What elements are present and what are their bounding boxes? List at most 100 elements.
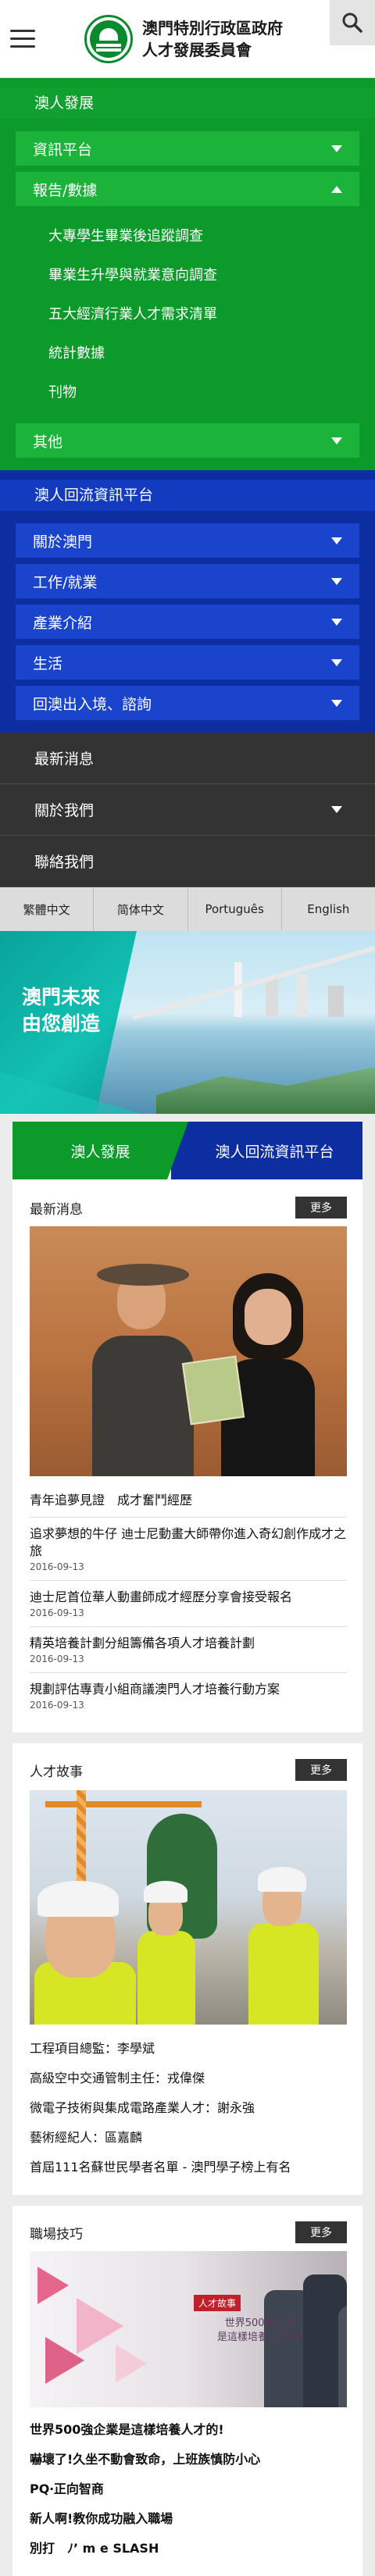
submenu-item[interactable]: 五大經濟行業人才需求清單 [48, 295, 375, 334]
nav-item-label: 回澳出入境、諮詢 [33, 695, 152, 713]
lang-portuguese[interactable]: Português [188, 887, 282, 931]
lang-traditional-chinese[interactable]: 繁體中文 [0, 887, 95, 931]
tips-caption-line2: 是這樣培養人才的! [217, 2332, 303, 2343]
hamburger-menu-icon[interactable] [0, 16, 45, 62]
news-item-date: 2016-09-13 [30, 1700, 84, 1711]
stories-section-title: 人才故事 [30, 1764, 83, 1780]
chevron-down-icon [331, 144, 342, 152]
tips-headline[interactable]: 世界500強企業是這樣培養人才的! [30, 2415, 347, 2445]
language-switcher: 繁體中文 简体中文 Português English [0, 887, 375, 931]
banner-building [328, 986, 344, 1017]
submenu-item[interactable]: 統計數據 [48, 334, 375, 373]
news-headline-title: 青年追夢見證 成才奮鬥經歷 [30, 1493, 193, 1507]
main-content: 澳人發展 澳人回流資訊平台 最新消息 更多 青年追夢見證 成才奮鬥經歷 追求夢想… [0, 1114, 375, 2576]
submenu-item[interactable]: 大專學生畢業後追蹤調查 [48, 217, 375, 256]
chevron-down-icon [331, 658, 342, 666]
search-icon[interactable] [330, 0, 375, 45]
news-item-date: 2016-09-13 [30, 1654, 84, 1664]
list-item[interactable]: 高級空中交通管制主任：戎偉傑 [30, 2064, 347, 2093]
banner-building [266, 978, 278, 1017]
stories-photo[interactable] [30, 1790, 347, 2025]
tips-photo[interactable]: 人才故事 世界500強企業 是這樣培養人才的! [30, 2251, 347, 2407]
chevron-down-icon [331, 699, 342, 707]
nav-item-about-us[interactable]: 關於我們 [0, 784, 375, 836]
nav-section-title[interactable]: 澳人發展 [0, 87, 375, 119]
submenu-item[interactable]: 刊物 [48, 373, 375, 412]
list-item[interactable]: 藝術經紀人：區嘉麟 [30, 2123, 347, 2153]
list-item[interactable]: 迪士尼首位華人動畫師成才經歷分享會接受報名 2016-09-13 [30, 1581, 347, 1627]
nav-item-label: 其他 [33, 433, 63, 451]
nav-submenu: 大專學生畢業後追蹤調查 畢業生升學與就業意向調查 五大經濟行業人才需求清單 統計… [0, 212, 375, 423]
nav-item-industry[interactable]: 產業介紹 [16, 605, 359, 639]
nav-item-immigration[interactable]: 回澳出入境、諮詢 [16, 686, 359, 720]
nav-section-title[interactable]: 澳人回流資訊平台 [0, 480, 375, 511]
nav-item-label: 最新消息 [34, 751, 95, 768]
chevron-down-icon [331, 806, 342, 813]
news-photo[interactable] [30, 1226, 347, 1476]
list-item[interactable]: 首屆111名蘇世民學者名單 - 澳門學子榜上有名 [30, 2153, 347, 2182]
chevron-down-icon [331, 577, 342, 585]
news-headline[interactable]: 青年追夢見證 成才奮鬥經歷 [30, 1484, 347, 1518]
list-item[interactable]: 嚇壞了!久坐不動會致命，上班族慎防小心 [30, 2445, 347, 2474]
tips-photo-badge: 人才故事 [194, 2295, 241, 2311]
tips-more-button[interactable]: 更多 [295, 2221, 347, 2243]
nav-item-employment[interactable]: 工作/就業 [16, 564, 359, 598]
news-item-date: 2016-09-13 [30, 1561, 84, 1572]
site-logo[interactable]: 澳門特別行政區政府 人才發展委員會 [84, 14, 283, 63]
nav-item-label: 報告/數據 [33, 181, 98, 199]
list-item[interactable]: 新人啊!教你成功融入職場 [30, 2504, 347, 2534]
nav-item-label: 資訊平台 [33, 141, 93, 159]
banner-building [297, 974, 308, 1017]
slogan-line1: 澳門未來 [22, 986, 101, 1008]
nav-item-label: 工作/就業 [33, 573, 98, 591]
platform-tabs: 澳人發展 澳人回流資訊平台 [12, 1122, 362, 1179]
news-item-title: 精英培養計劃分組籌備各項人才培養計劃 [30, 1636, 255, 1650]
chevron-down-icon [331, 437, 342, 444]
nav-section-return-platform: 澳人回流資訊平台 關於澳門 工作/就業 產業介紹 生活 回澳出入境、諮詢 [0, 470, 375, 733]
news-item-title: 規劃評估專責小組商議澳門人才培養行動方案 [30, 1682, 280, 1697]
news-item-date: 2016-09-13 [30, 1607, 84, 1618]
list-item[interactable]: 規劃評估專責小組商議澳門人才培養行動方案 2016-09-13 [30, 1673, 347, 1718]
banner-slogan: 澳門未來 由您創造 [22, 984, 100, 1037]
news-item-title: 迪士尼首位華人動畫師成才經歷分享會接受報名 [30, 1589, 293, 1604]
nav-item-contact-us[interactable]: 聯絡我們 [0, 836, 375, 887]
list-item[interactable]: 追求夢想的牛仔 迪士尼動畫大師帶你進入奇幻創作成才之旅 2016-09-13 [30, 1518, 347, 1581]
site-header: 澳門特別行政區政府 人才發展委員會 [0, 0, 375, 78]
chevron-up-icon [331, 185, 342, 193]
list-item[interactable]: PQ‧正向智商 [30, 2474, 347, 2504]
tab-return-platform[interactable]: 澳人回流資訊平台 [171, 1122, 362, 1179]
org-name-line1: 澳門特別行政區政府 [142, 18, 283, 37]
tips-section-title: 職場技巧 [30, 2226, 83, 2242]
emblem-icon [84, 14, 133, 63]
list-item[interactable]: 精英培養計劃分組籌備各項人才培養計劃 2016-09-13 [30, 1627, 347, 1673]
hero-banner: 澳門未來 由您創造 [0, 931, 375, 1114]
submenu-item[interactable]: 畢業生升學與就業意向調查 [48, 256, 375, 295]
lang-english[interactable]: English [282, 887, 375, 931]
tab-development[interactable]: 澳人發展 [12, 1122, 188, 1179]
nav-item-label: 聯絡我們 [34, 854, 95, 871]
career-tips-card: 職場技巧 更多 人才故事 世界500強企業 是這樣培養人才的! 世界500強企業… [12, 2206, 362, 2576]
list-item[interactable]: 別打 ﾉ’ m e SLASH [30, 2534, 347, 2564]
stories-more-button[interactable]: 更多 [295, 1759, 347, 1781]
tips-photo-caption: 世界500強企業 是這樣培養人才的! [217, 2317, 302, 2345]
org-name-line2: 人才發展委員會 [142, 40, 252, 59]
stories-headline[interactable]: 工程項目總監：李學斌 [30, 2034, 347, 2064]
news-card: 最新消息 更多 青年追夢見證 成才奮鬥經歷 追求夢想的牛仔 迪士尼動畫大師帶你進… [12, 1179, 362, 1732]
news-more-button[interactable]: 更多 [295, 1197, 347, 1218]
nav-item-label: 生活 [33, 655, 63, 673]
nav-item-other[interactable]: 其他 [16, 423, 359, 458]
nav-item-latest-news[interactable]: 最新消息 [0, 733, 375, 784]
list-item[interactable]: 微電子技術與集成電路產業人才：謝永強 [30, 2093, 347, 2123]
nav-item-reports[interactable]: 報告/數據 [16, 172, 359, 206]
slogan-line2: 由您創造 [22, 1012, 101, 1035]
nav-section-development: 澳人發展 資訊平台 報告/數據 大專學生畢業後追蹤調查 畢業生升學與就業意向調查… [0, 78, 375, 470]
nav-item-info-platform[interactable]: 資訊平台 [16, 131, 359, 166]
nav-item-label: 關於我們 [34, 802, 95, 819]
lang-simplified-chinese[interactable]: 简体中文 [94, 887, 188, 931]
nav-item-label: 關於澳門 [33, 533, 93, 551]
nav-item-about-macao[interactable]: 關於澳門 [16, 523, 359, 558]
tips-caption-line1: 世界500強企業 [224, 2317, 295, 2329]
news-item-title: 追求夢想的牛仔 迪士尼動畫大師帶你進入奇幻創作成才之旅 [30, 1526, 347, 1558]
chevron-down-icon [331, 537, 342, 544]
nav-item-life[interactable]: 生活 [16, 645, 359, 680]
